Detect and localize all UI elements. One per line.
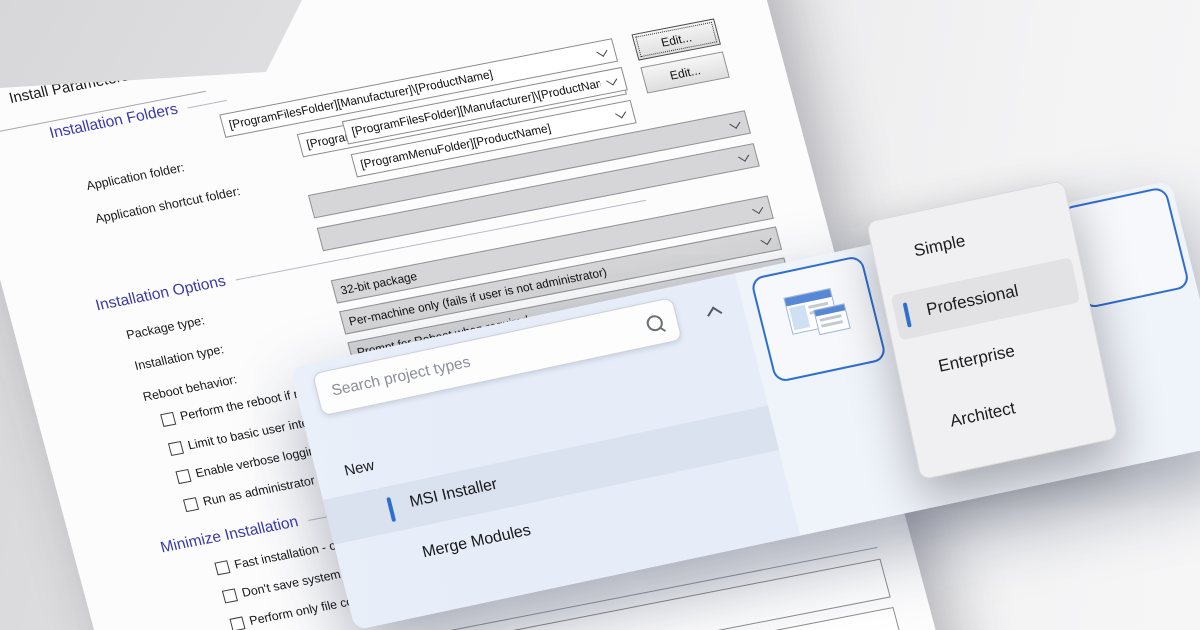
- shortcut-folder-label: Application shortcut folder:: [93, 184, 242, 226]
- chevron-down-icon: [596, 45, 608, 57]
- run-as-admin-checkbox[interactable]: [182, 496, 199, 512]
- dropdown-item-enterprise[interactable]: Enterprise: [937, 341, 1017, 377]
- chevron-down-icon: [738, 150, 750, 162]
- chevron-down-icon: [614, 107, 626, 118]
- verbose-logging-checkbox[interactable]: [175, 468, 192, 484]
- perform-reboot-checkbox[interactable]: [160, 411, 177, 427]
- chevron-down-icon: [729, 117, 741, 129]
- installation-type-label: Installation type:: [133, 342, 226, 374]
- no-restore-point-checkbox[interactable]: [221, 587, 238, 603]
- installer-windows-icon: [783, 286, 851, 341]
- package-type-label: Package type:: [124, 313, 207, 343]
- file-costing-checkbox[interactable]: [229, 615, 246, 630]
- edit-button-2[interactable]: Edit...: [640, 51, 730, 94]
- chevron-down-icon: [606, 74, 618, 86]
- application-folder-label: Application folder:: [84, 160, 186, 193]
- chevron-down-icon: [760, 233, 772, 245]
- chevron-down-icon: [752, 202, 764, 214]
- dropdown-item-architect[interactable]: Architect: [948, 398, 1017, 431]
- list-item-merge-modules[interactable]: Merge Modules: [421, 522, 533, 562]
- selected-row-highlight: [322, 405, 780, 545]
- chevron-up-icon[interactable]: [707, 306, 723, 322]
- reboot-behavior-label: Reboot behavior:: [141, 372, 239, 405]
- group-label-new: New: [342, 456, 377, 480]
- fast-installation-checkbox[interactable]: [214, 559, 231, 575]
- page-background: Install Parameters [ProgramFilesFolder][…: [0, 0, 1200, 630]
- limit-basic-ui-checkbox[interactable]: [167, 440, 184, 456]
- dropdown-item-simple[interactable]: Simple: [912, 231, 967, 261]
- template-tile-selected[interactable]: [749, 254, 888, 384]
